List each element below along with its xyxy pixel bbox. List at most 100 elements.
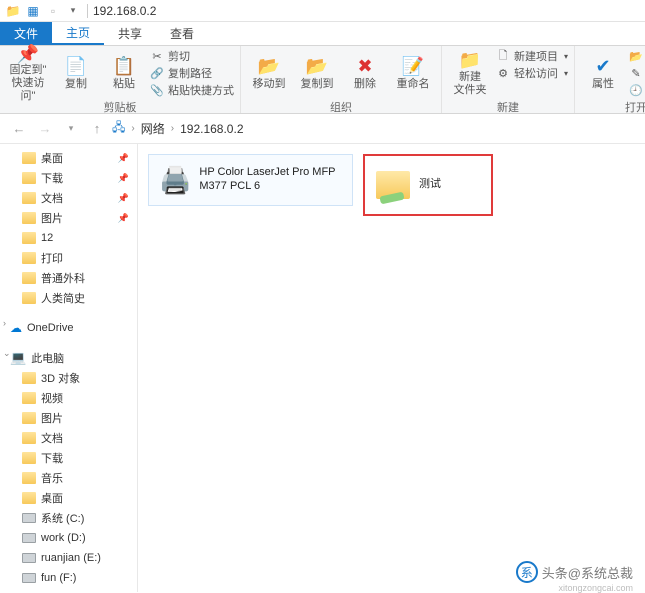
new-folder-button[interactable]: 📁 新建 文件夹 bbox=[448, 48, 492, 98]
printer-icon: 🖨️ bbox=[159, 162, 191, 198]
history-button[interactable]: 🕘历史记录 bbox=[629, 82, 645, 98]
sidebar-item-downloads[interactable]: 下载📌 bbox=[0, 168, 137, 188]
edit-button[interactable]: ✎编辑 bbox=[629, 65, 645, 81]
new-item-button[interactable]: 🗋新建项目▾ bbox=[496, 48, 568, 64]
ribbon: 📌 固定到" 快速访问" 📄 复制 📋 粘贴 ✂剪切 🔗复制路径 📎粘贴快捷方式… bbox=[0, 46, 645, 114]
sidebar-item-desktop2[interactable]: 桌面 bbox=[0, 488, 137, 508]
copy-icon: 📄 bbox=[65, 56, 87, 78]
rename-button[interactable]: 📝重命名 bbox=[391, 48, 435, 98]
new-folder-qat-icon[interactable]: ▫ bbox=[44, 2, 62, 20]
sidebar-item-pictures[interactable]: 图片📌 bbox=[0, 208, 137, 228]
title-separator bbox=[87, 4, 88, 18]
copy-path-button[interactable]: 🔗复制路径 bbox=[150, 65, 234, 81]
folder-icon bbox=[22, 432, 36, 444]
sidebar-item-12[interactable]: 12 bbox=[0, 228, 137, 248]
open-button[interactable]: 📂打开▾ bbox=[629, 48, 645, 64]
group-open: ✔属性 📂打开▾ ✎编辑 🕘历史记录 打开 bbox=[575, 46, 645, 113]
network-icon: 🖧 bbox=[112, 118, 125, 139]
chevron-right-icon[interactable]: › bbox=[3, 318, 6, 328]
sidebar-item-sapiens[interactable]: 人类简史 bbox=[0, 288, 137, 308]
sidebar-item-print[interactable]: 打印 bbox=[0, 248, 137, 268]
cut-icon: ✂ bbox=[150, 50, 164, 63]
folder-qat-icon[interactable]: 📁 bbox=[4, 2, 22, 20]
sidebar-item-drive-c[interactable]: 系统 (C:) bbox=[0, 508, 137, 528]
tab-home[interactable]: 主页 bbox=[52, 22, 104, 45]
sidebar-item-drive-f[interactable]: fun (F:) bbox=[0, 568, 137, 588]
folder-icon bbox=[22, 292, 36, 304]
folder-icon bbox=[22, 452, 36, 464]
sidebar-item-drive-d[interactable]: work (D:) bbox=[0, 528, 137, 548]
group-clipboard: 📌 固定到" 快速访问" 📄 复制 📋 粘贴 ✂剪切 🔗复制路径 📎粘贴快捷方式… bbox=[0, 46, 241, 113]
tab-share[interactable]: 共享 bbox=[104, 22, 156, 45]
content-pane[interactable]: 🖨️ HP Color LaserJet Pro MFP M377 PCL 6 … bbox=[138, 144, 645, 592]
sidebar-item-pictures2[interactable]: 图片 bbox=[0, 408, 137, 428]
move-to-button[interactable]: 📂移动到 bbox=[247, 48, 291, 98]
folder-icon bbox=[22, 212, 36, 224]
sidebar-item-drive-e[interactable]: ruanjian (E:) bbox=[0, 548, 137, 568]
copy-label: 复制 bbox=[65, 78, 87, 91]
nav-up-button[interactable]: ↑ bbox=[86, 118, 108, 140]
cut-button[interactable]: ✂剪切 bbox=[150, 48, 234, 64]
sidebar-item-downloads2[interactable]: 下载 bbox=[0, 448, 137, 468]
easy-access-button[interactable]: ⚙轻松访问▾ bbox=[496, 65, 568, 81]
copy-button[interactable]: 📄 复制 bbox=[54, 48, 98, 98]
shared-folder-item[interactable]: 测试 bbox=[363, 154, 493, 216]
easyaccess-icon: ⚙ bbox=[496, 67, 510, 80]
folder-icon bbox=[22, 412, 36, 424]
sidebar-item-videos[interactable]: 视频 bbox=[0, 388, 137, 408]
drive-icon bbox=[22, 553, 36, 563]
new-group-label: 新建 bbox=[448, 99, 568, 115]
folder-icon bbox=[22, 492, 36, 504]
sidebar-item-desktop[interactable]: 桌面📌 bbox=[0, 148, 137, 168]
sidebar-item-general-surgery[interactable]: 普通外科 bbox=[0, 268, 137, 288]
properties-icon: ✔ bbox=[595, 56, 610, 78]
folder-icon bbox=[22, 272, 36, 284]
printer-label: HP Color LaserJet Pro MFP M377 PCL 6 bbox=[199, 166, 342, 194]
tab-view[interactable]: 查看 bbox=[156, 22, 208, 45]
open-group-label: 打开 bbox=[581, 99, 645, 115]
sidebar-item-documents2[interactable]: 文档 bbox=[0, 428, 137, 448]
properties-qat-icon[interactable]: ▦ bbox=[24, 2, 42, 20]
tab-file[interactable]: 文件 bbox=[0, 22, 52, 45]
pin-to-quick-access-button[interactable]: 📌 固定到" 快速访问" bbox=[6, 48, 50, 98]
shared-folder-label: 测试 bbox=[419, 178, 441, 192]
pin-label-1: 固定到" bbox=[10, 64, 47, 77]
properties-button[interactable]: ✔属性 bbox=[581, 48, 625, 98]
delete-button[interactable]: ✖删除 bbox=[343, 48, 387, 98]
breadcrumb[interactable]: 🖧 › 网络 › 192.168.0.2 bbox=[112, 118, 637, 139]
nav-forward-button[interactable]: → bbox=[34, 118, 56, 140]
sidebar-item-3dobjects[interactable]: 3D 对象 bbox=[0, 368, 137, 388]
copypath-icon: 🔗 bbox=[150, 67, 164, 80]
network-printer-item[interactable]: 🖨️ HP Color LaserJet Pro MFP M377 PCL 6 bbox=[148, 154, 353, 206]
drive-icon bbox=[22, 513, 36, 523]
qat-dropdown-icon[interactable]: ▾ bbox=[64, 2, 82, 20]
breadcrumb-network[interactable]: 网络 bbox=[141, 120, 165, 137]
main-area: 桌面📌 下载📌 文档📌 图片📌 12 打印 普通外科 人类简史 › ☁OneDr… bbox=[0, 144, 645, 592]
copy-to-button[interactable]: 📂复制到 bbox=[295, 48, 339, 98]
folder-icon bbox=[22, 372, 36, 384]
sidebar-item-music[interactable]: 音乐 bbox=[0, 468, 137, 488]
organize-group-label: 组织 bbox=[247, 99, 435, 115]
chevron-down-icon[interactable]: ⌄ bbox=[3, 348, 11, 359]
sidebar-item-this-pc[interactable]: 💻此电脑 bbox=[0, 348, 137, 368]
pin-icon: 📌 bbox=[17, 44, 39, 65]
watermark-sub: xitongzongcai.com bbox=[558, 583, 633, 593]
sidebar-item-documents[interactable]: 文档📌 bbox=[0, 188, 137, 208]
paste-icon: 📋 bbox=[113, 56, 135, 78]
group-organize: 📂移动到 📂复制到 ✖删除 📝重命名 组织 bbox=[241, 46, 442, 113]
navigation-pane[interactable]: 桌面📌 下载📌 文档📌 图片📌 12 打印 普通外科 人类简史 › ☁OneDr… bbox=[0, 144, 138, 592]
folder-icon bbox=[22, 392, 36, 404]
newitem-icon: 🗋 bbox=[496, 47, 510, 66]
folder-icon bbox=[22, 172, 36, 184]
sidebar-item-onedrive[interactable]: ☁OneDrive bbox=[0, 318, 137, 338]
folder-icon bbox=[22, 252, 36, 264]
shared-folder-icon bbox=[375, 167, 411, 203]
folder-icon bbox=[22, 192, 36, 204]
paste-shortcut-button[interactable]: 📎粘贴快捷方式 bbox=[150, 82, 234, 98]
onedrive-icon: ☁ bbox=[10, 321, 22, 335]
breadcrumb-host[interactable]: 192.168.0.2 bbox=[180, 122, 243, 136]
paste-button[interactable]: 📋 粘贴 bbox=[102, 48, 146, 98]
nav-recent-dropdown[interactable]: ▾ bbox=[60, 118, 82, 140]
history-icon: 🕘 bbox=[629, 84, 643, 97]
nav-back-button[interactable]: ← bbox=[8, 118, 30, 140]
